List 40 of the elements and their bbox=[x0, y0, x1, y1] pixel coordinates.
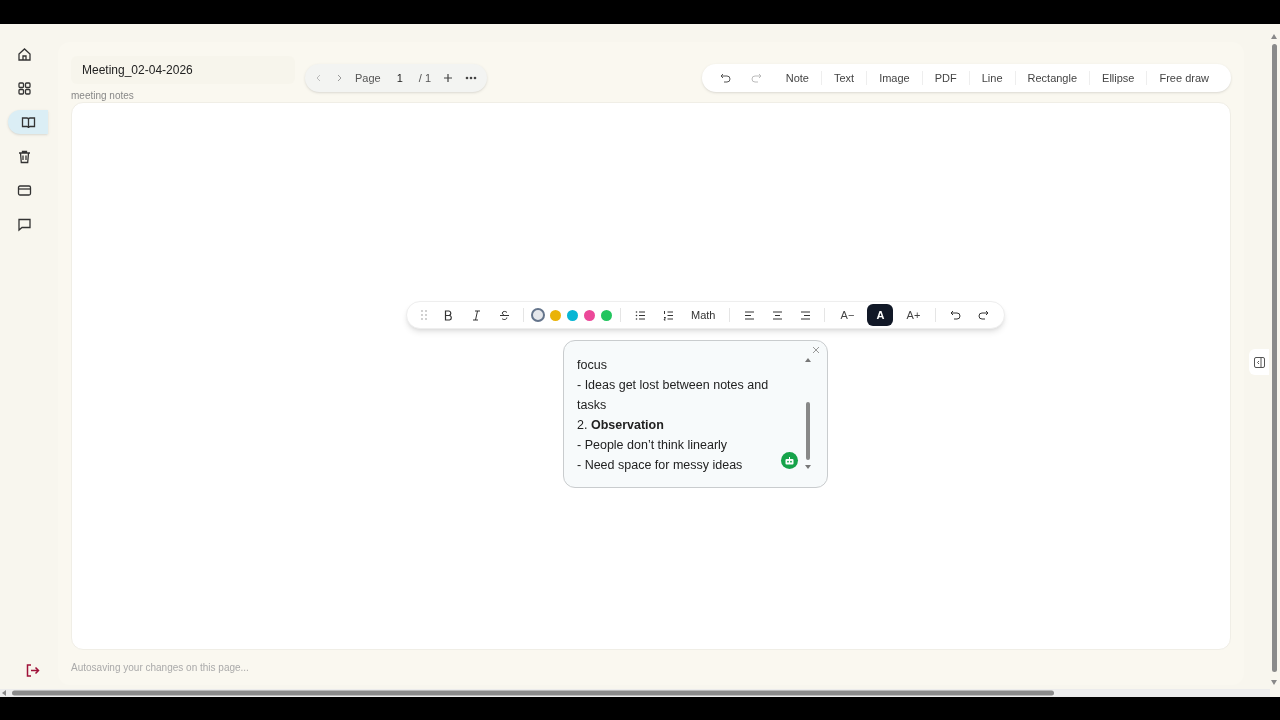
more-icon[interactable] bbox=[465, 76, 478, 80]
page-total: / 1 bbox=[418, 70, 432, 86]
font-size-button[interactable]: A+ bbox=[899, 304, 928, 326]
note-card[interactable]: focus - Ideas get lost between notes and tasks 2. Observation - People don’t think linearly - Need space for messy ideas bbox=[563, 340, 828, 488]
math-button[interactable]: Math bbox=[683, 306, 724, 324]
color-swatch[interactable] bbox=[531, 308, 545, 322]
note-text-line: 2. Observation bbox=[577, 417, 665, 434]
document-subtitle: meeting notes bbox=[71, 89, 135, 103]
tool-button[interactable]: Rectangle bbox=[1015, 69, 1090, 87]
color-swatch[interactable] bbox=[601, 309, 612, 321]
note-text-line: focus bbox=[577, 357, 608, 374]
close-icon[interactable] bbox=[811, 345, 821, 355]
autosave-status: Autosaving your changes on this page... bbox=[71, 661, 250, 675]
robot-icon[interactable] bbox=[781, 452, 798, 469]
sidebar-book-icon[interactable] bbox=[8, 110, 48, 134]
tool-button[interactable]: PDF bbox=[922, 69, 969, 87]
color-swatch[interactable] bbox=[550, 309, 561, 321]
sign-out-icon[interactable] bbox=[25, 663, 40, 678]
horizontal-scrollbar[interactable] bbox=[0, 689, 1270, 697]
page-number-field[interactable]: 1 bbox=[392, 69, 407, 87]
note-text-line: - Need space for messy ideas bbox=[577, 457, 744, 474]
note-text-line: - People don’t think linearly bbox=[577, 437, 729, 454]
collapse-panel-button[interactable] bbox=[1249, 349, 1269, 375]
side-panel-icon[interactable] bbox=[1253, 356, 1265, 368]
font-size-button[interactable]: A− bbox=[833, 304, 862, 326]
tool-button[interactable]: Line bbox=[969, 69, 1015, 87]
tool-button[interactable]: Note bbox=[773, 69, 821, 87]
note-text-line: - Ideas get lost between notes and tasks bbox=[577, 377, 770, 414]
page-label: Page bbox=[355, 70, 381, 86]
color-swatch[interactable] bbox=[567, 309, 578, 321]
undo-icon[interactable] bbox=[719, 73, 731, 83]
tool-button[interactable]: Text bbox=[821, 69, 867, 87]
font-size-button[interactable]: A bbox=[867, 304, 894, 326]
document-title-field[interactable]: Meeting_02-04-2026 bbox=[71, 56, 295, 84]
tool-button[interactable]: Ellipse bbox=[1090, 69, 1147, 87]
color-swatch[interactable] bbox=[584, 309, 595, 321]
tool-button[interactable]: Free draw bbox=[1147, 69, 1221, 87]
tool-button[interactable]: Image bbox=[867, 69, 922, 87]
next-page-icon[interactable] bbox=[335, 73, 343, 83]
add-page-icon[interactable] bbox=[443, 73, 454, 83]
